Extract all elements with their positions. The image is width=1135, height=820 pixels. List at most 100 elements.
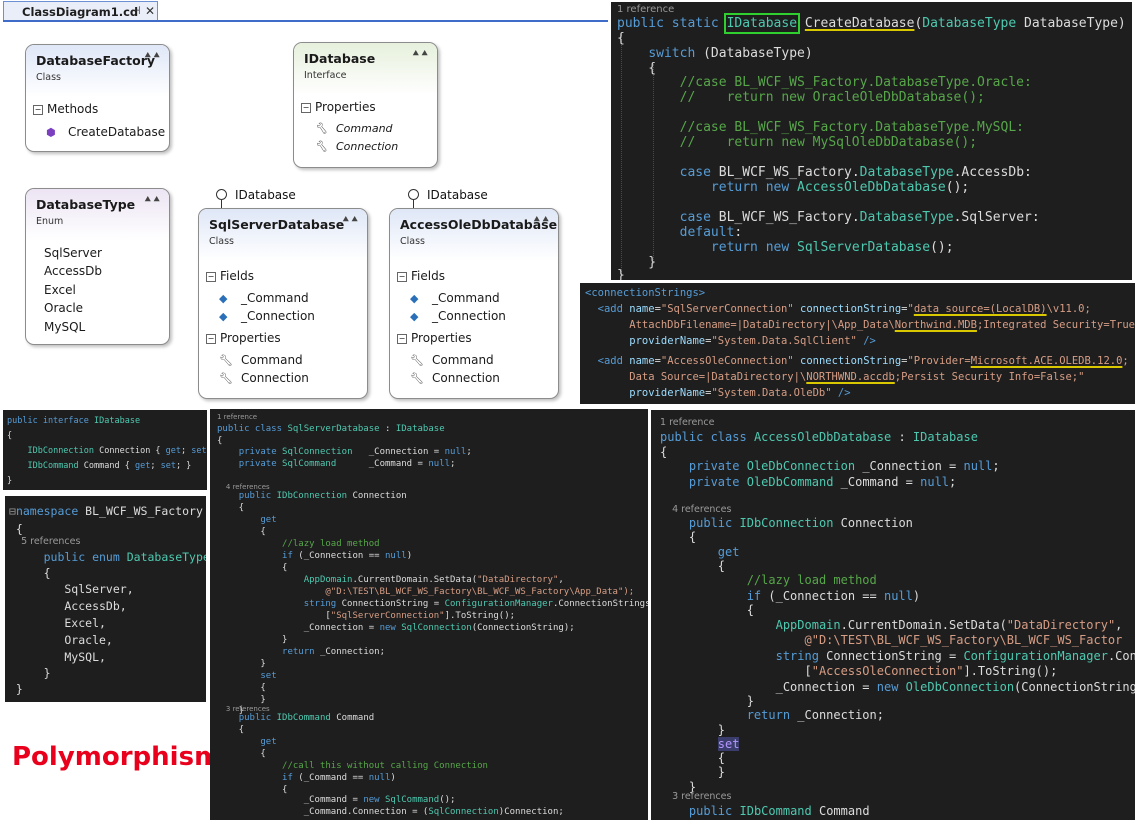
shape-database-factory[interactable]: DatabaseFactory Class ⯅⯅ − Methods ⬢ Creat… bbox=[25, 44, 170, 152]
code-line: AccessDb, bbox=[9, 599, 127, 613]
member-createdatabase[interactable]: ⬢ CreateDatabase bbox=[46, 125, 165, 139]
shape-accessoledbdatabase[interactable]: AccessOleDbDatabase Class ⯅⯅ − Fields ◆ _C… bbox=[389, 208, 559, 399]
code-line: <add name="SqlServerConnection" connecti… bbox=[597, 303, 1091, 315]
collapse-chevron-icon[interactable]: ⯅⯅ bbox=[143, 193, 161, 207]
highlighted-set-keyword[interactable]: set bbox=[717, 737, 740, 751]
code-line: } bbox=[9, 682, 23, 696]
collapse-box-icon[interactable]: − bbox=[206, 334, 216, 344]
shape-idatabase[interactable]: IDatabase Interface ⯅⯅ − Properties 🔧︎ Com… bbox=[293, 42, 438, 168]
code-line: IDbConnection Connection { get; set; } bbox=[27, 446, 207, 456]
member-field[interactable]: ◆ _Command bbox=[219, 291, 309, 305]
shape-header: IDatabase Interface ⯅⯅ bbox=[294, 43, 437, 95]
wrench-icon: 🔧︎ bbox=[314, 140, 328, 153]
member-command[interactable]: 🔧︎ Command bbox=[314, 122, 393, 135]
code-line: //case BL_WCF_WS_Factory.DatabaseType.Or… bbox=[617, 75, 1032, 90]
code-line: { bbox=[660, 751, 726, 765]
code-line: } bbox=[660, 723, 726, 737]
wrench-icon: 🔧︎ bbox=[219, 372, 233, 385]
methods-section[interactable]: − Methods bbox=[33, 102, 98, 116]
member-field[interactable]: ◆ _Connection bbox=[219, 309, 315, 323]
collapse-chevron-icon[interactable]: ⯅⯅ bbox=[341, 213, 359, 227]
code-lens-references[interactable]: 4 references bbox=[660, 504, 731, 515]
code-line: return _Connection; bbox=[282, 647, 385, 657]
enum-value[interactable]: AccessDb bbox=[44, 264, 102, 278]
code-line: { bbox=[217, 503, 245, 513]
enum-value[interactable]: Oracle bbox=[44, 301, 83, 315]
code-lens-references[interactable]: 3 references bbox=[217, 705, 270, 713]
enum-code-panel[interactable]: ⊟namespace BL_WCF_WS_Factory { 5 referen… bbox=[3, 494, 208, 704]
properties-section[interactable]: − Properties bbox=[301, 100, 376, 114]
member-field[interactable]: ◆ _Command bbox=[410, 291, 500, 305]
section-label: Methods bbox=[47, 102, 99, 116]
code-line: _Command.Connection = (SqlConnection)Con… bbox=[217, 807, 564, 817]
interface-code-panel[interactable]: public interface IDatabase { IDbConnecti… bbox=[3, 410, 207, 490]
code-line: if (_Connection == null) bbox=[282, 551, 413, 561]
collapse-chevron-icon[interactable]: ⯅⯅ bbox=[411, 47, 429, 61]
code-line: ["SqlServerConnection"].ToString(); bbox=[217, 611, 516, 621]
designer-tab[interactable]: ClassDiagram1.cd ⊣ ✕ bbox=[3, 1, 158, 21]
member-property[interactable]: 🔧︎ Command bbox=[410, 353, 494, 367]
shape-databasetype-enum[interactable]: DatabaseType Enum ⯅⯅ SqlServer AccessDb … bbox=[25, 188, 170, 345]
code-line: MySQL, bbox=[9, 650, 106, 664]
code-line: AppDomain.CurrentDomain.SetData("DataDir… bbox=[303, 575, 564, 585]
member-label: _Command bbox=[432, 291, 500, 305]
code-line: string ConnectionString = ConfigurationM… bbox=[775, 649, 1135, 663]
member-property[interactable]: 🔧︎ Connection bbox=[219, 371, 309, 385]
code-line: @"D:\TEST\BL_WCF_WS_Factory\BL_WCF_WS_Fa… bbox=[660, 633, 1123, 647]
collapse-chevron-icon[interactable]: ⯅⯅ bbox=[532, 213, 550, 227]
code-line: { bbox=[617, 61, 657, 76]
section-label: Properties bbox=[220, 331, 281, 345]
caption-polymorphism: Polymorphism bbox=[12, 742, 222, 772]
close-icon[interactable]: ✕ bbox=[145, 4, 155, 18]
properties-section[interactable]: − Properties bbox=[397, 331, 472, 345]
code-lens-references[interactable]: 1 reference bbox=[617, 4, 674, 15]
collapse-box-icon[interactable]: − bbox=[397, 334, 407, 344]
enum-value[interactable]: Excel bbox=[44, 283, 76, 297]
shape-sqlserverdatabase[interactable]: SqlServerDatabase Class ⯅⯅ − Fields ◆ _Com… bbox=[198, 208, 368, 399]
member-field[interactable]: ◆ _Connection bbox=[410, 309, 506, 323]
code-line: { bbox=[617, 31, 625, 46]
collapse-box-icon[interactable]: − bbox=[206, 272, 216, 282]
member-property[interactable]: 🔧︎ Command bbox=[219, 353, 303, 367]
fields-section[interactable]: − Fields bbox=[206, 269, 254, 283]
code-line: get bbox=[260, 737, 277, 747]
code-line: //call this without calling Connection bbox=[217, 761, 488, 771]
code-line: } bbox=[217, 659, 266, 669]
code-line: set bbox=[660, 737, 740, 751]
pin-icon[interactable]: ⊣ bbox=[131, 4, 141, 17]
member-label: Connection bbox=[432, 371, 500, 385]
collapse-chevron-icon[interactable]: ⯅⯅ bbox=[143, 49, 161, 63]
enum-value[interactable]: MySQL bbox=[44, 320, 85, 334]
code-lens-references[interactable]: 1 reference bbox=[660, 417, 714, 428]
code-line: if (_Command == null) bbox=[282, 773, 396, 783]
collapse-box-icon[interactable]: − bbox=[301, 103, 311, 113]
code-line: SqlServer, bbox=[9, 582, 134, 596]
code-lens-references[interactable]: 5 references bbox=[9, 536, 80, 547]
sqlserver-code-panel[interactable]: 1 reference public class SqlServerDataba… bbox=[210, 409, 648, 820]
code-lens-references[interactable]: 4 references bbox=[217, 483, 270, 491]
member-property[interactable]: 🔧︎ Connection bbox=[410, 371, 500, 385]
member-label: _Connection bbox=[241, 309, 315, 323]
member-label: Command bbox=[432, 353, 494, 367]
code-line: { bbox=[217, 785, 288, 795]
code-line: case BL_WCF_WS_Factory.DatabaseType.Acce… bbox=[679, 165, 1032, 180]
code-line: default: bbox=[679, 225, 743, 240]
wrench-icon: 🔧︎ bbox=[410, 372, 424, 385]
member-connection[interactable]: 🔧︎ Connection bbox=[314, 140, 398, 153]
code-line: { bbox=[217, 436, 223, 446]
access-code-panel[interactable]: 1 reference public class AccessOleDbData… bbox=[651, 410, 1135, 820]
fields-section[interactable]: − Fields bbox=[397, 269, 445, 283]
code-line: ⊟namespace BL_WCF_WS_Factory bbox=[9, 504, 203, 518]
shape-header: DatabaseType Enum ⯅⯅ bbox=[26, 189, 169, 241]
code-line: private SqlConnection _Connection = null… bbox=[238, 447, 472, 457]
factory-code-panel[interactable]: 1 reference public static IDatabase Crea… bbox=[611, 2, 1132, 280]
code-lens-references[interactable]: 3 references bbox=[660, 791, 731, 802]
code-lens-references[interactable]: 1 reference bbox=[217, 413, 257, 421]
code-line: //lazy load method bbox=[217, 539, 380, 549]
member-label: Command bbox=[241, 353, 303, 367]
collapse-box-icon[interactable]: − bbox=[33, 105, 43, 115]
enum-value[interactable]: SqlServer bbox=[44, 246, 102, 260]
properties-section[interactable]: − Properties bbox=[206, 331, 281, 345]
config-xml-panel[interactable]: <connectionStrings> <add name="SqlServer… bbox=[580, 283, 1135, 404]
collapse-box-icon[interactable]: − bbox=[397, 272, 407, 282]
